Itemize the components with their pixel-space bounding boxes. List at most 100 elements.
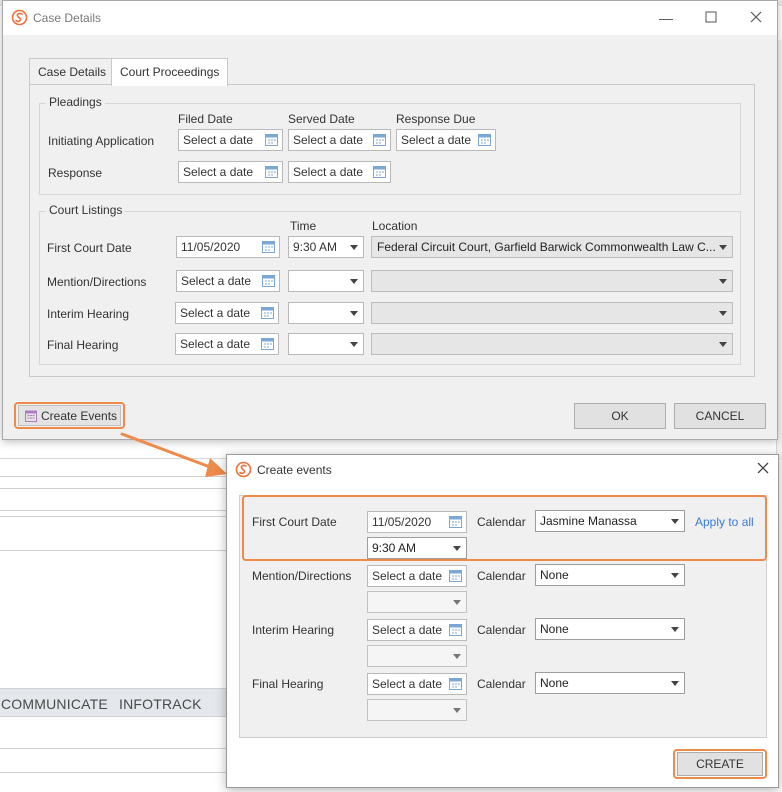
- date-value: Select a date: [293, 165, 364, 179]
- calendar-icon[interactable]: [261, 337, 274, 350]
- final-location-select[interactable]: [371, 333, 733, 355]
- mention-date-picker[interactable]: Select a date: [176, 270, 280, 292]
- calendar-icon[interactable]: [373, 133, 386, 146]
- calendar-select-final[interactable]: None: [535, 672, 685, 694]
- first-court-date-label: First Court Date: [47, 241, 132, 255]
- final-time-select[interactable]: [288, 333, 364, 355]
- initiating-application-label: Initiating Application: [48, 134, 155, 148]
- close-icon[interactable]: [757, 462, 771, 476]
- chevron-down-icon: [453, 546, 461, 551]
- event-time-select-interim[interactable]: [367, 645, 467, 667]
- chevron-down-icon: [671, 519, 679, 524]
- calendar-select-interim[interactable]: None: [535, 618, 685, 640]
- date-value: Select a date: [183, 165, 254, 179]
- location-value: Federal Circuit Court, Garfield Barwick …: [377, 240, 716, 254]
- final-hearing-label: Final Hearing: [47, 338, 119, 352]
- time-value: 9:30 AM: [293, 240, 338, 254]
- maximize-icon[interactable]: [702, 9, 720, 27]
- event-date-picker-interim[interactable]: Select a date: [367, 619, 467, 641]
- app-logo-icon: [11, 9, 28, 26]
- date-value: Select a date: [181, 274, 252, 288]
- title-bar: Case Details —: [3, 1, 777, 35]
- first-court-time-select[interactable]: 9:30 AM: [288, 236, 364, 258]
- initiating-response-due-picker[interactable]: Select a date: [396, 129, 496, 151]
- initiating-served-date-picker[interactable]: Select a date: [288, 129, 391, 151]
- chevron-down-icon: [671, 681, 679, 686]
- minimize-icon[interactable]: —: [657, 9, 675, 27]
- calendar-icon[interactable]: [449, 623, 462, 636]
- calendar-icon[interactable]: [449, 515, 462, 528]
- event-time-select-final[interactable]: [367, 699, 467, 721]
- create-button[interactable]: CREATE: [677, 752, 763, 776]
- calendar-icon[interactable]: [373, 165, 386, 178]
- interim-location-select[interactable]: [371, 302, 733, 324]
- calendar-icon[interactable]: [449, 677, 462, 690]
- chevron-down-icon: [671, 573, 679, 578]
- event-date-picker-final[interactable]: Select a date: [367, 673, 467, 695]
- dialog-title: Case Details: [33, 11, 102, 25]
- filed-date-header: Filed Date: [178, 112, 233, 126]
- initiating-filed-date-picker[interactable]: Select a date: [178, 129, 283, 151]
- date-value: Select a date: [183, 133, 254, 147]
- nav-item-communicate[interactable]: COMMUNICATE: [1, 696, 108, 712]
- mention-location-select[interactable]: [371, 270, 733, 292]
- calendar-icon[interactable]: [261, 306, 274, 319]
- first-court-date-picker[interactable]: 11/05/2020: [176, 236, 280, 258]
- date-value: Select a date: [293, 133, 364, 147]
- first-court-location-select[interactable]: Federal Circuit Court, Garfield Barwick …: [371, 236, 733, 258]
- nav-item-infotrack[interactable]: INFOTRACK: [119, 696, 202, 712]
- response-served-date-picker[interactable]: Select a date: [288, 161, 391, 183]
- calendar-icon[interactable]: [262, 240, 275, 253]
- date-value: Select a date: [180, 337, 251, 351]
- served-date-header: Served Date: [288, 112, 355, 126]
- calendar-icon[interactable]: [265, 165, 278, 178]
- calendar-value: None: [540, 568, 569, 582]
- time-value: 9:30 AM: [372, 541, 417, 555]
- cancel-button[interactable]: CANCEL: [674, 403, 766, 429]
- chevron-down-icon: [671, 627, 679, 632]
- interim-date-picker[interactable]: Select a date: [175, 302, 279, 324]
- interim-time-select[interactable]: [288, 302, 364, 324]
- calendar-select-first[interactable]: Jasmine Manassa: [535, 510, 685, 532]
- background-divider: [0, 772, 228, 773]
- tab-case-details[interactable]: Case Details: [29, 58, 116, 85]
- event-date-picker-mention[interactable]: Select a date: [367, 565, 467, 587]
- chevron-down-icon: [719, 342, 727, 347]
- chevron-down-icon: [453, 708, 461, 713]
- create-events-label: Create Events: [41, 409, 118, 423]
- app-logo-icon: [235, 461, 252, 478]
- event-label-interim: Interim Hearing: [252, 623, 335, 637]
- apply-to-all-link[interactable]: Apply to all: [695, 515, 754, 529]
- chevron-down-icon: [719, 245, 727, 250]
- dialog-title: Create events: [257, 463, 332, 477]
- calendar-icon[interactable]: [478, 133, 491, 146]
- calendar-label: Calendar: [477, 569, 526, 583]
- calendar-select-mention[interactable]: None: [535, 564, 685, 586]
- ok-button[interactable]: OK: [574, 403, 666, 429]
- interim-hearing-label: Interim Hearing: [47, 307, 130, 321]
- response-filed-date-picker[interactable]: Select a date: [178, 161, 283, 183]
- tab-court-proceedings[interactable]: Court Proceedings: [111, 58, 229, 86]
- final-date-picker[interactable]: Select a date: [175, 333, 279, 355]
- date-value: 11/05/2020: [372, 515, 432, 529]
- calendar-value: None: [540, 676, 569, 690]
- chevron-down-icon: [719, 279, 727, 284]
- chevron-down-icon: [350, 245, 358, 250]
- location-header: Location: [372, 219, 418, 233]
- event-time-select-mention[interactable]: [367, 591, 467, 613]
- calendar-icon[interactable]: [449, 569, 462, 582]
- calendar-icon[interactable]: [265, 133, 278, 146]
- event-time-select-first[interactable]: 9:30 AM: [367, 537, 467, 559]
- calendar-icon: [25, 410, 37, 422]
- event-date-picker-first[interactable]: 11/05/2020: [367, 511, 467, 533]
- calendar-label: Calendar: [477, 515, 526, 529]
- close-icon[interactable]: [747, 9, 765, 27]
- background-divider: [0, 516, 228, 517]
- mention-time-select[interactable]: [288, 270, 364, 292]
- create-events-button[interactable]: Create Events: [18, 405, 121, 426]
- calendar-label: Calendar: [477, 623, 526, 637]
- date-value: Select a date: [401, 133, 472, 147]
- background-nav-bar: COMMUNICATE INFOTRACK: [0, 688, 228, 717]
- calendar-icon[interactable]: [262, 274, 275, 287]
- chevron-down-icon: [453, 600, 461, 605]
